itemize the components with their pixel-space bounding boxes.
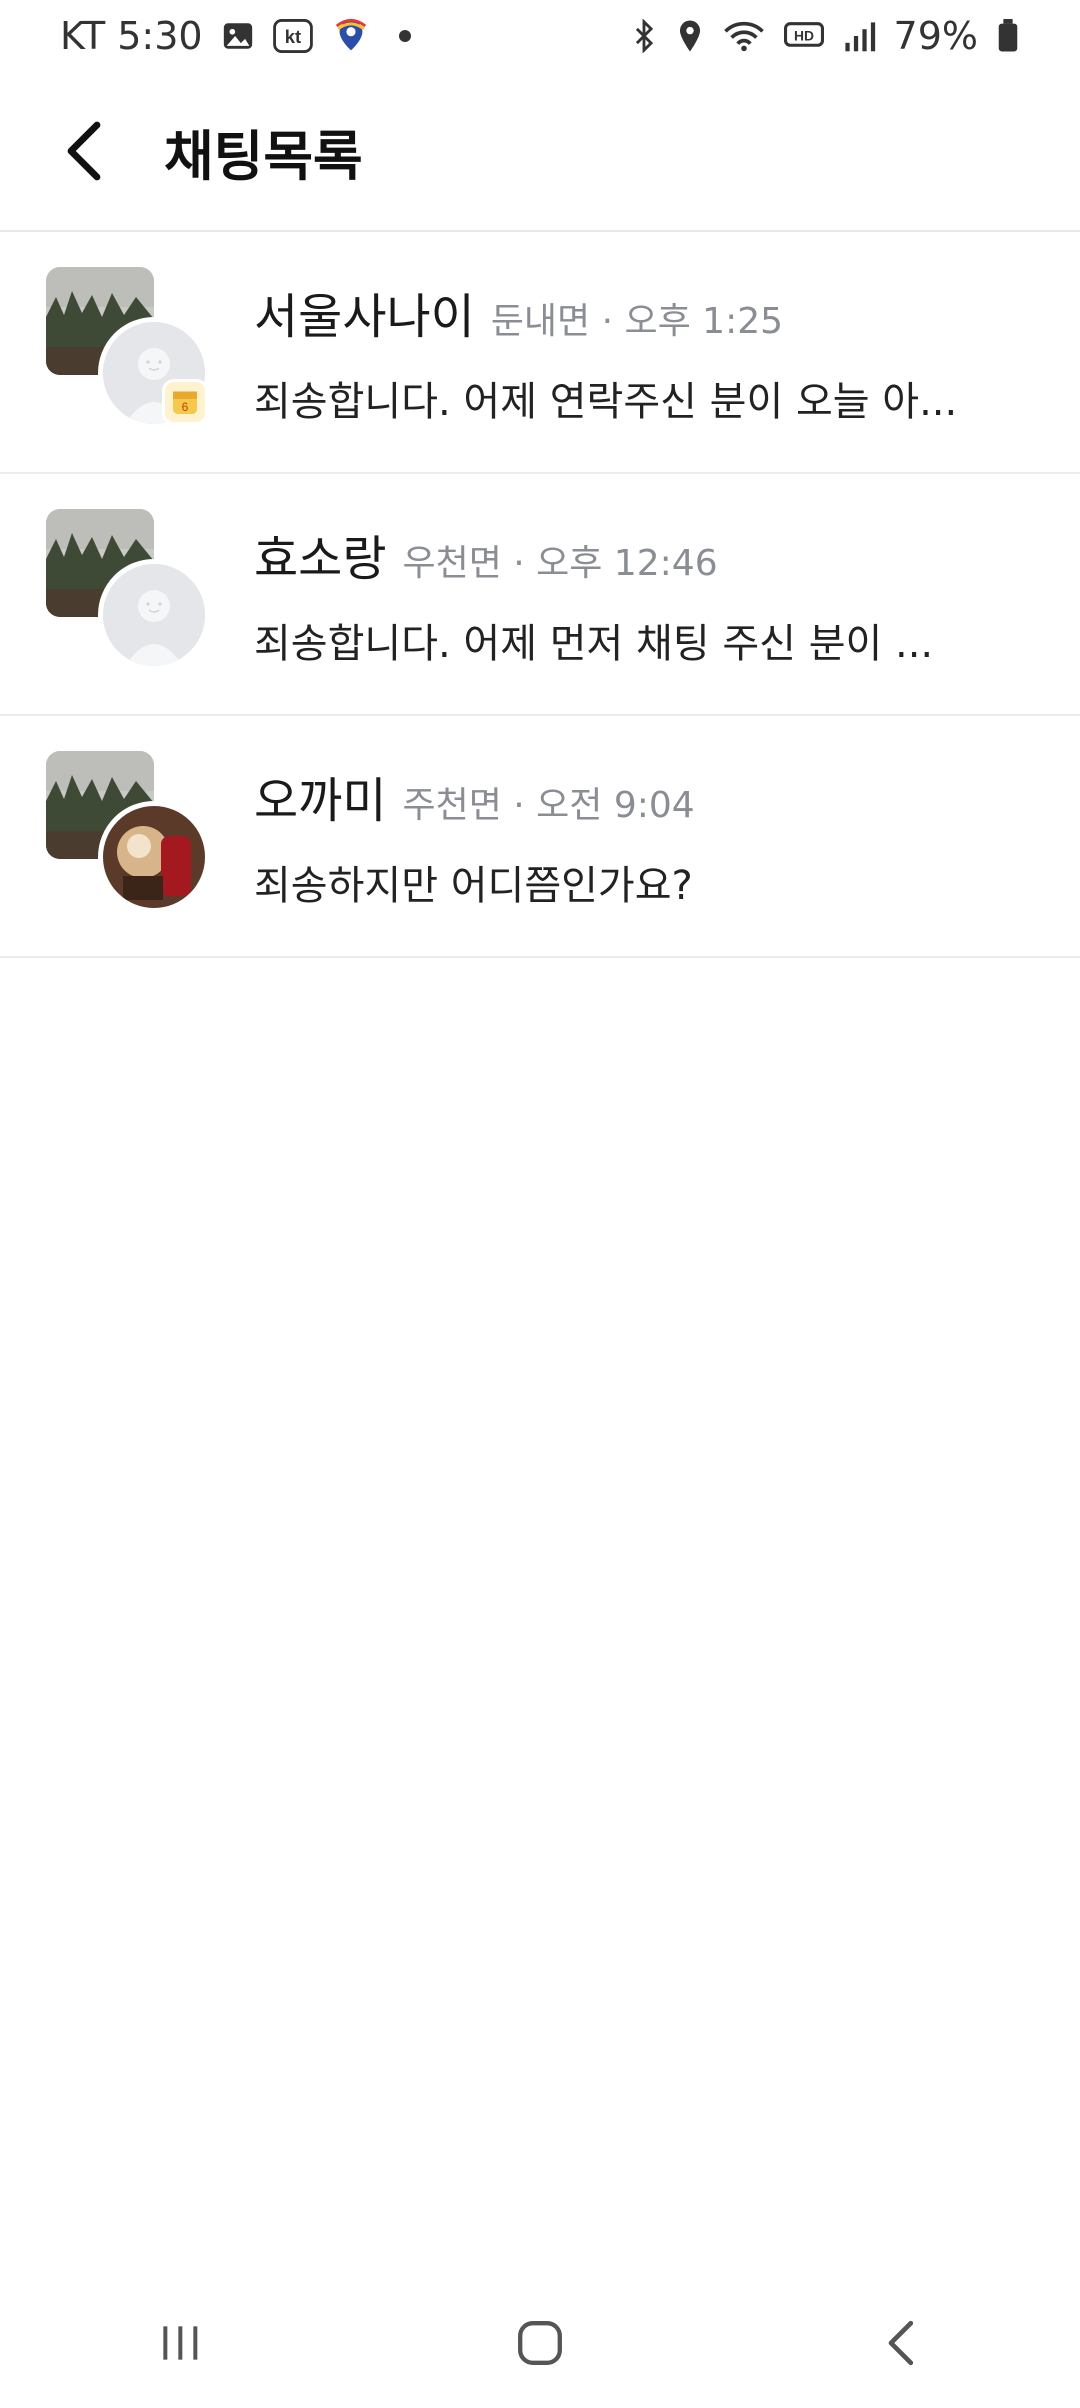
- back-button[interactable]: [38, 106, 128, 196]
- photo-avatar: [98, 801, 210, 913]
- chat-list: 6 서울사나이 둔내면 · 오후 1:25 죄송합니다. 어제 연락주신 분이 …: [0, 232, 1080, 958]
- calendar-badge-icon: 6: [162, 379, 208, 425]
- svg-text:kt: kt: [284, 26, 300, 47]
- chat-text: 서울사나이 둔내면 · 오후 1:25 죄송합니다. 어제 연락주신 분이 오늘…: [254, 277, 1080, 427]
- svg-text:HD: HD: [794, 28, 814, 44]
- avatar-stack: 6: [46, 267, 216, 437]
- header: 채팅목록: [0, 72, 1080, 232]
- kt-icon: kt: [272, 19, 313, 53]
- chat-header-line: 서울사나이 둔내면 · 오후 1:25: [254, 277, 1080, 347]
- chat-meta: 둔내면 · 오후 1:25: [490, 301, 784, 342]
- chat-text: 오까미 주천면 · 오전 9:04 죄송하지만 어디쯤인가요?: [254, 761, 1080, 911]
- avatar-stack: [46, 751, 216, 921]
- recent-apps-button[interactable]: [120, 2293, 240, 2393]
- status-bar: KT 5:30 kt HD 79%: [0, 0, 1080, 72]
- default-avatar: [98, 559, 210, 671]
- chat-row[interactable]: 오까미 주천면 · 오전 9:04 죄송하지만 어디쯤인가요?: [0, 716, 1080, 958]
- location-icon: [676, 19, 704, 53]
- chat-preview: 죄송합니다. 어제 연락주신 분이 오늘 아...: [254, 379, 958, 425]
- chat-header-line: 효소랑 우천면 · 오후 12:46: [254, 519, 1080, 589]
- page-title: 채팅목록: [164, 124, 363, 188]
- chat-name: 효소랑: [254, 531, 387, 587]
- svg-text:6: 6: [182, 400, 189, 414]
- battery-percent: 79%: [893, 14, 978, 58]
- screen: KT 5:30 kt HD 79% 채팅목록 6 서울사나이 둔내면 · 오후 …: [0, 0, 1080, 2408]
- bluetooth-icon: [630, 19, 658, 53]
- chat-text: 효소랑 우천면 · 오후 12:46 죄송합니다. 어제 먼저 채팅 주신 분이…: [254, 519, 1080, 669]
- hd-icon: HD: [783, 20, 824, 52]
- carrier-time: KT 5:30: [60, 14, 203, 58]
- status-left: KT 5:30 kt: [60, 14, 411, 58]
- avatar-stack: [46, 509, 216, 679]
- chat-row[interactable]: 6 서울사나이 둔내면 · 오후 1:25 죄송합니다. 어제 연락주신 분이 …: [0, 232, 1080, 474]
- home-icon: [518, 2321, 562, 2365]
- chat-name: 오까미: [254, 773, 387, 829]
- wifi-icon: [722, 19, 766, 53]
- signal-icon: [842, 19, 876, 53]
- chat-header-line: 오까미 주천면 · 오전 9:04: [254, 761, 1080, 831]
- chat-preview: 죄송하지만 어디쯤인가요?: [254, 863, 693, 909]
- map-pin-app-icon: [331, 17, 371, 55]
- chevron-left-icon: [67, 121, 101, 181]
- chat-name: 서울사나이: [254, 289, 475, 345]
- chat-row[interactable]: 효소랑 우천면 · 오후 12:46 죄송합니다. 어제 먼저 채팅 주신 분이…: [0, 474, 1080, 716]
- chat-meta: 우천면 · 오후 12:46: [402, 543, 718, 584]
- system-nav-bar: [0, 2278, 1080, 2408]
- chat-preview: 죄송합니다. 어제 먼저 채팅 주신 분이 ...: [254, 621, 934, 667]
- back-icon: [888, 2320, 914, 2366]
- notification-dot: [398, 30, 411, 42]
- recent-apps-icon: [163, 2326, 198, 2360]
- battery-icon: [996, 19, 1020, 53]
- status-right: HD 79%: [630, 14, 1020, 58]
- chat-meta: 주천면 · 오전 9:04: [402, 785, 695, 826]
- home-button[interactable]: [480, 2293, 600, 2393]
- gallery-icon: [221, 19, 255, 53]
- system-back-button[interactable]: [840, 2293, 960, 2393]
